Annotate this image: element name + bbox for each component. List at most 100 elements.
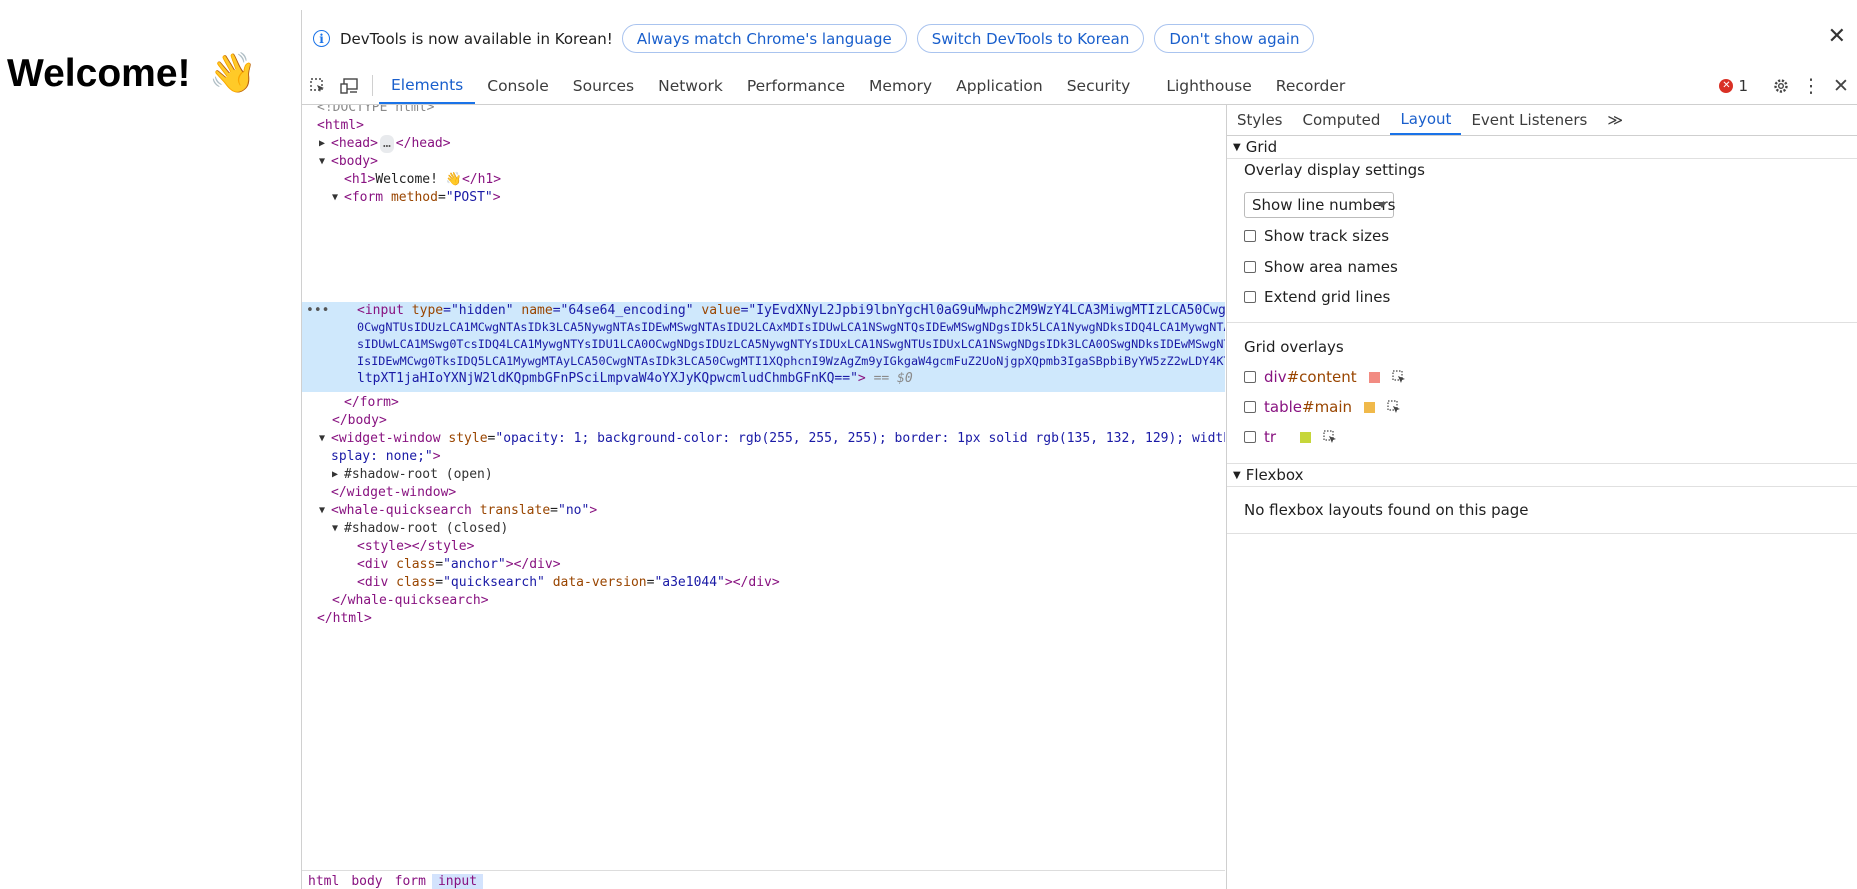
dom-head-node[interactable]: ▶ <head>… </head> [319,135,451,153]
tab-console[interactable]: Console [475,67,561,104]
whale-tag-name: whale-quicksearch [338,503,472,518]
overlay-color-swatch[interactable] [1368,371,1380,383]
collapse-triangle-icon: ▼ [1233,469,1241,481]
head-close-tag: </head> [395,136,451,151]
input-name-value: "64se64_encoding" [560,303,694,318]
device-toolbar-icon[interactable] [334,67,366,104]
grid-overlay-tr[interactable]: tr [1244,428,1337,446]
selected-input-node[interactable]: ••• <input type="hidden" name="64se64_en… [302,302,1225,392]
waving-hand-emoji: 👋 [208,52,258,95]
settings-gear-icon[interactable] [1766,77,1796,95]
whale-attr-name: translate [479,503,551,518]
error-icon: ✕ [1719,78,1734,93]
dom-whale-quicksearch-close[interactable]: </whale-quicksearch> [332,592,489,610]
switch-to-korean-button[interactable]: Switch DevTools to Korean [916,24,1145,53]
overlay-line-numbers-select[interactable]: Show line numbers [1244,192,1395,218]
section-divider [1227,322,1857,323]
expand-triangle-icon[interactable]: ▶ [332,466,338,484]
overlay-color-swatch[interactable] [1364,401,1376,413]
grid-overlay-checkbox[interactable] [1244,401,1256,413]
dom-html-open[interactable]: <html> [317,117,364,135]
dom-form-close[interactable]: </form> [344,394,399,412]
show-track-sizes-option[interactable]: Show track sizes [1244,227,1389,245]
breadcrumb-body[interactable]: body [345,874,388,889]
extend-grid-lines-checkbox[interactable] [1244,291,1256,303]
dom-shadow-root-closed[interactable]: ▼ #shadow-root (closed) [332,520,508,538]
collapse-triangle-icon[interactable]: ▼ [319,430,325,448]
show-area-names-option[interactable]: Show area names [1244,258,1398,276]
more-options-icon[interactable]: ⋮ [1796,75,1826,97]
widget-style-value: "opacity: 1; background-color: rgb(255, … [495,431,1225,446]
grid-overlay-div-content[interactable]: div #content [1244,368,1406,386]
tab-lighthouse[interactable]: Lighthouse [1154,67,1263,104]
dom-body-open[interactable]: ▼ <body> [319,153,378,171]
collapse-triangle-icon[interactable]: ▼ [332,189,338,207]
show-area-names-checkbox[interactable] [1244,261,1256,273]
grid-section-header[interactable]: ▼ Grid [1227,136,1857,159]
sidebar-tab-bar: Styles Computed Layout Event Listeners ≫ [1227,105,1857,136]
dom-shadow-root-open[interactable]: ▶ #shadow-root (open) [332,466,493,484]
dom-html-close[interactable]: </html> [317,610,372,628]
overlay-id: #content [1286,368,1357,386]
tab-styles[interactable]: Styles [1227,105,1293,135]
input-type-value: "hidden" [450,303,514,318]
reveal-in-dom-icon[interactable] [1323,430,1337,444]
dom-widget-window-close[interactable]: </widget-window> [331,484,456,502]
tab-recorder[interactable]: Recorder [1264,67,1357,104]
tab-security[interactable]: Security [1055,67,1143,104]
tab-layout[interactable]: Layout [1390,105,1462,135]
tab-computed[interactable]: Computed [1293,105,1391,135]
reveal-in-dom-icon[interactable] [1391,370,1406,384]
extend-grid-lines-option[interactable]: Extend grid lines [1244,288,1390,306]
checkbox-label: Show area names [1264,258,1398,276]
dom-div-anchor[interactable]: <div class="anchor"></div> [357,556,561,574]
dom-style-node[interactable]: <style></style> [357,538,474,556]
collapse-triangle-icon: ▼ [1233,141,1241,153]
dont-show-again-button[interactable]: Don't show again [1154,24,1315,53]
breadcrumb-form[interactable]: form [389,874,432,889]
overlay-color-swatch[interactable] [1300,431,1311,443]
dom-h1-node[interactable]: <h1>Welcome! 👋</h1> [344,171,501,189]
dom-whale-quicksearch-open[interactable]: ▼ <whale-quicksearch translate="no"> [319,502,597,520]
div-tag-name: div [364,575,389,590]
h1-close-tag: </h1> [461,172,502,187]
div-data-version-attr: data-version [552,575,647,590]
collapse-triangle-icon[interactable]: ▼ [319,153,325,171]
breadcrumb-input[interactable]: input [431,874,484,889]
always-match-language-button[interactable]: Always match Chrome's language [621,24,907,53]
close-devtools-icon[interactable]: ✕ [1826,75,1856,97]
tab-performance[interactable]: Performance [735,67,857,104]
dom-widget-window-open[interactable]: ▼ <widget-window style="opacity: 1; back… [319,430,1225,448]
h1-open-tag: <h1> [344,172,376,187]
error-counter[interactable]: ✕ 1 [1719,77,1748,95]
show-track-sizes-checkbox[interactable] [1244,230,1256,242]
dom-form-open[interactable]: ▼ <form method="POST"> [332,189,501,207]
checkbox-label: Show track sizes [1264,227,1390,245]
tab-event-listeners[interactable]: Event Listeners [1461,105,1597,135]
more-tabs-chevron-icon[interactable]: ≫ [1597,105,1633,135]
div-tag-name: div [364,557,389,572]
close-icon[interactable]: ✕ [1828,26,1846,48]
grid-overlay-checkbox[interactable] [1244,431,1256,443]
tab-network[interactable]: Network [646,67,735,104]
input-name-attr: name [521,303,553,318]
dom-body-close[interactable]: </body> [332,412,387,430]
grid-overlay-checkbox[interactable] [1244,371,1256,383]
tab-elements[interactable]: Elements [379,67,476,104]
reveal-in-dom-icon[interactable] [1387,400,1401,414]
collapse-triangle-icon[interactable]: ▼ [332,520,338,538]
dom-doctype[interactable]: <!DOCTYPE html> [317,105,434,117]
head-collapsed-ellipsis[interactable]: … [379,135,394,153]
flexbox-section-header[interactable]: ▼ Flexbox [1227,463,1857,487]
node-actions-ellipsis-icon[interactable]: ••• [306,303,329,318]
breadcrumb-html[interactable]: html [302,874,345,889]
dom-tree-panel: <!DOCTYPE html> <html> ▶ <head>… </head> … [302,105,1225,889]
tab-memory[interactable]: Memory [857,67,944,104]
dom-div-quicksearch[interactable]: <div class="quicksearch" data-version="a… [357,574,780,592]
tab-application[interactable]: Application [944,67,1055,104]
expand-triangle-icon[interactable]: ▶ [319,135,325,153]
collapse-triangle-icon[interactable]: ▼ [319,502,325,520]
grid-overlay-table-main[interactable]: table #main [1244,398,1401,416]
tab-sources[interactable]: Sources [561,67,646,104]
inspect-element-icon[interactable] [302,67,334,104]
